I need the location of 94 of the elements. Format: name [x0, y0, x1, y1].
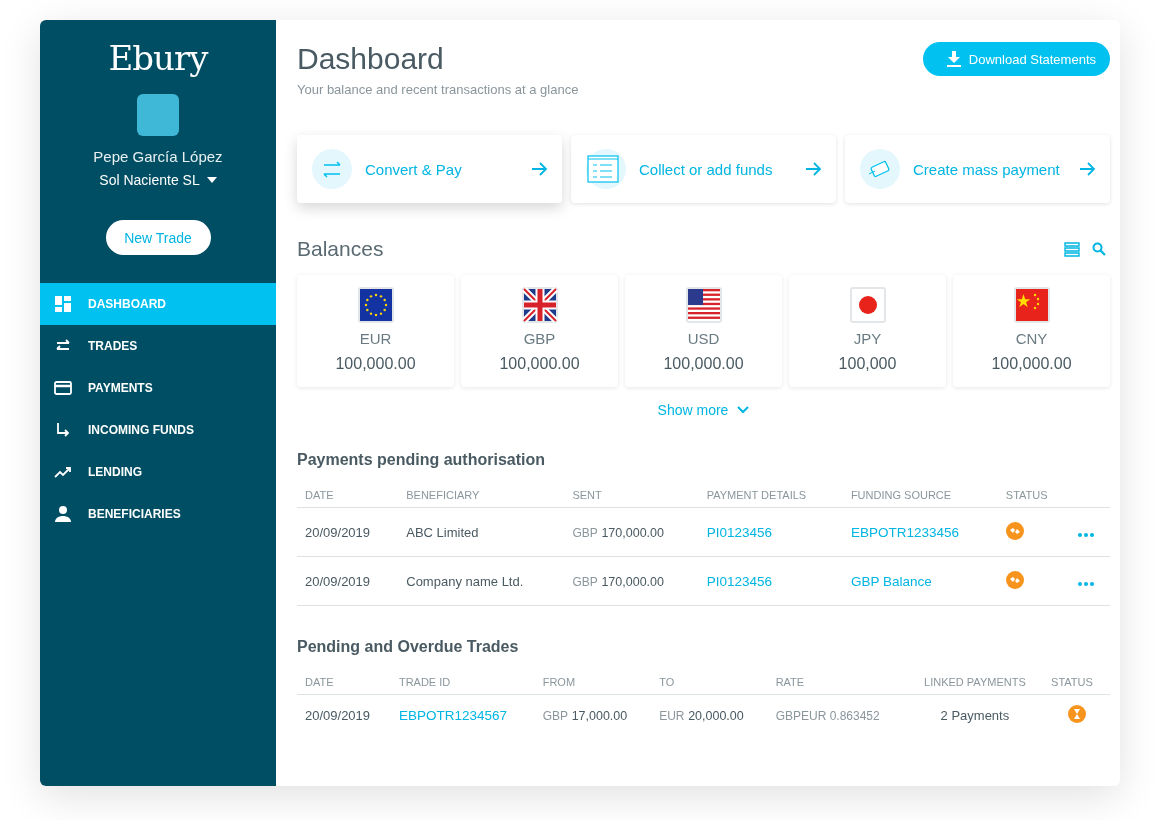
currency-code: USD [687, 330, 720, 347]
balance-amount: 100,000.00 [335, 355, 416, 373]
column-header: SENT [564, 489, 699, 508]
nav-item[interactable]: TRADES [40, 325, 276, 367]
table-cell: 170,000.00 [601, 574, 664, 589]
company-selector[interactable]: Sol Naciente SL [95, 170, 221, 190]
currency-code: GBP [572, 525, 598, 540]
currency-code: GBP [542, 708, 568, 723]
currency-code: GBP [572, 574, 598, 589]
column-header: FROM [534, 676, 652, 695]
column-header: LINKED PAYMENTS [906, 676, 1044, 695]
balance-amount: 100,000.00 [499, 355, 580, 373]
hourglass-icon [1067, 704, 1086, 723]
table-cell: ABC Limited [398, 507, 565, 557]
new-trade-button[interactable]: New Trade [105, 220, 211, 255]
list-view-icon[interactable] [1064, 241, 1080, 257]
dropdown-caret-icon [206, 177, 217, 183]
more-options-icon[interactable] [1077, 581, 1094, 586]
table-cell: 20,000.00 [688, 708, 744, 723]
funding-source-link[interactable]: EBPOTR1233456 [850, 524, 959, 540]
person-icon [54, 505, 72, 523]
balance-card[interactable]: USD 100,000.00 [625, 275, 782, 387]
awaiting-approval-icon [1005, 570, 1024, 589]
page-title: Dashboard [297, 42, 445, 76]
download-statements-button[interactable]: Download Statements [922, 42, 1110, 76]
nav-item[interactable]: INCOMING FUNDS [40, 409, 276, 451]
balance-amount: 100,000 [838, 355, 897, 373]
checklist-icon [585, 148, 627, 190]
column-header: STATUS [997, 489, 1070, 508]
section-title: Balances [297, 237, 384, 261]
flag-icon [685, 287, 722, 323]
turn-arrow-icon [54, 421, 72, 439]
nav-item[interactable]: BENEFICIARIES [40, 493, 276, 535]
table-cell: 170,000.00 [601, 525, 664, 540]
more-options-icon[interactable] [1077, 532, 1094, 537]
quick-action-card[interactable]: Convert & Pay [297, 135, 562, 203]
table-cell: 20/09/2019 [297, 694, 391, 735]
quick-action-card[interactable]: Collect or add funds [571, 135, 836, 203]
card-icon [54, 379, 72, 397]
column-header: FUNDING SOURCE [842, 489, 998, 508]
arrow-right-icon [806, 162, 822, 176]
download-icon [946, 51, 961, 67]
balance-amount: 100,000.00 [991, 355, 1072, 373]
column-header: RATE [767, 676, 907, 695]
table-cell: Company name Ltd. [398, 556, 565, 606]
balance-card[interactable]: CNY 100,000.00 [953, 275, 1110, 387]
balance-card[interactable]: GBP 100,000.00 [461, 275, 618, 387]
nav-item[interactable]: PAYMENTS [40, 367, 276, 409]
currency-code: CNY [1015, 330, 1048, 347]
table-cell: 17,000.00 [571, 708, 628, 723]
nav-item[interactable]: LENDING [40, 451, 276, 493]
show-more-link[interactable]: Show more [651, 401, 756, 419]
flag-icon [521, 287, 558, 323]
column-header: DATE [297, 676, 391, 695]
search-icon[interactable] [1092, 242, 1106, 256]
dashboard-icon [54, 295, 72, 313]
arrow-right-icon [1080, 162, 1096, 176]
logo: Ebury [108, 38, 208, 78]
arrow-right-icon [532, 162, 548, 176]
currency-code: EUR [359, 330, 392, 347]
table-cell: 20/09/2019 [297, 556, 399, 606]
currency-code: JPY [853, 330, 882, 347]
payment-link[interactable]: PI0123456 [706, 524, 773, 540]
column-header: TO [651, 676, 768, 695]
column-header: TRADE ID [390, 676, 535, 695]
balance-card[interactable]: EUR 100,000.00 [297, 275, 454, 387]
balance-amount: 100,000.00 [663, 355, 744, 373]
payment-link[interactable]: PI0123456 [706, 573, 773, 589]
exchange-arrows-icon [311, 148, 353, 190]
funding-source-link[interactable]: GBP Balance [850, 573, 932, 589]
column-header: DATE [297, 489, 399, 508]
flag-icon [357, 287, 394, 323]
chevron-down-icon [737, 406, 750, 414]
quick-action-card[interactable]: Create mass payment [845, 135, 1110, 203]
balance-card[interactable]: JPY 100,000 [789, 275, 946, 387]
user-name: Pepe García López [93, 148, 223, 165]
flag-icon [1013, 287, 1050, 323]
currency-code: EUR [659, 708, 685, 723]
table-cell: 20/09/2019 [297, 507, 399, 557]
avatar-placeholder [137, 94, 179, 136]
page-subtitle: Your balance and recent transactions at a glance [297, 82, 579, 97]
column-header: BENEFICIARY [398, 489, 565, 508]
column-header: PAYMENT DETAILS [698, 489, 843, 508]
nav-item[interactable]: DASHBOARD [40, 283, 276, 325]
table-cell: 2 Payments [906, 694, 1044, 735]
flag-icon [849, 287, 886, 323]
section-title: Pending and Overdue Trades [297, 638, 520, 656]
exchange-rate: GBPEUR 0.863452 [775, 708, 880, 723]
awaiting-approval-icon [1005, 521, 1024, 540]
trade-id-link[interactable]: EBPOTR1234567 [398, 707, 507, 723]
currency-code: GBP [523, 330, 556, 347]
column-header: STATUS [1043, 676, 1110, 695]
section-title: Payments pending authorisation [297, 451, 547, 469]
card-payment-icon [859, 148, 901, 190]
